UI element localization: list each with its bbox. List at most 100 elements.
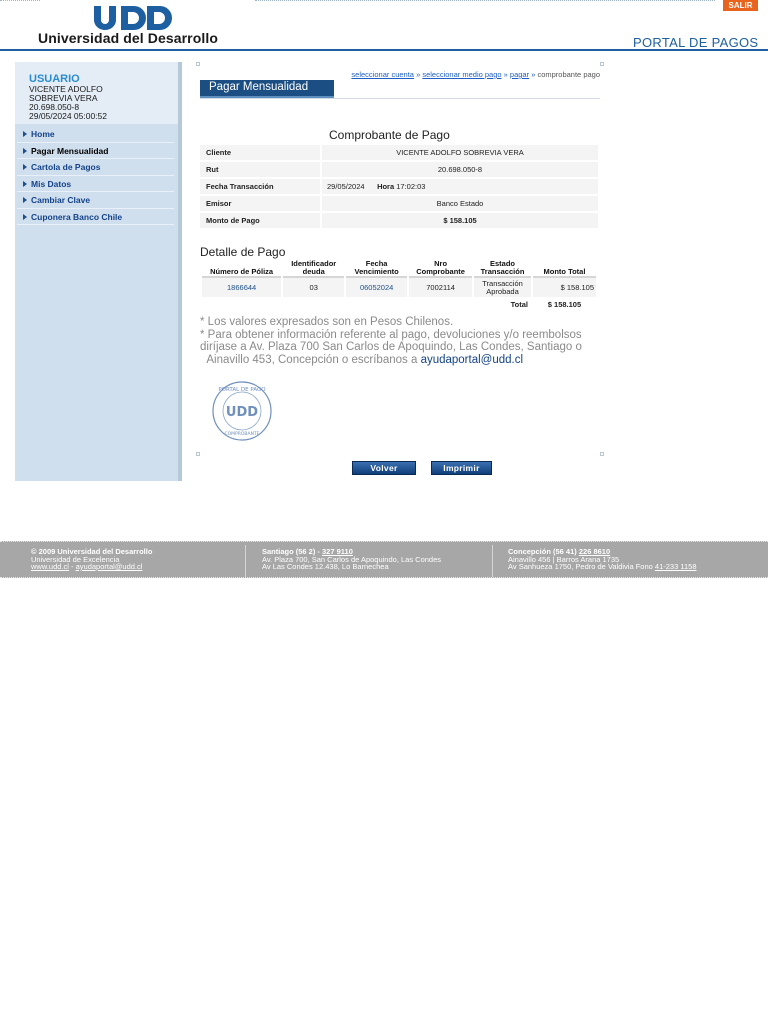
note-address: Ainavillo 453, Concepción o escríbanos a…: [206, 353, 524, 366]
user-datetime: 29/05/2024 05:00:52: [29, 111, 107, 121]
breadcrumb-current: comprobante pago: [537, 70, 600, 79]
detail-table: Número de Póliza Identificador deuda Fec…: [200, 260, 598, 311]
breadcrumb-separator: »: [531, 70, 536, 79]
receipt-label: Cliente: [200, 145, 320, 160]
support-email-link[interactable]: ayudaportal@udd.cl: [421, 354, 523, 366]
breadcrumb-separator: »: [416, 70, 421, 79]
corner-mark: [600, 452, 604, 456]
sidebar-item-label: Pagar Mensualidad: [31, 145, 109, 156]
imprimir-button[interactable]: Imprimir: [431, 461, 492, 475]
footer-col-santiago: Santiago (56 2) - 327 9110 Av. Plaza 700…: [262, 548, 441, 571]
receipt-row-cliente: Cliente VICENTE ADOLFO SOBREVIA VERA: [200, 145, 598, 160]
footer-email-link[interactable]: ayudaportal@udd.cl: [76, 562, 143, 571]
detail-identificador: 03: [283, 278, 345, 297]
receipt-row-emisor: Emisor Banco Estado: [200, 196, 598, 211]
footer-col-udd: © 2009 Universidad del Desarrollo Univer…: [31, 547, 153, 571]
corner-mark: [196, 452, 200, 456]
col-header-identificador: Identificador deuda: [283, 260, 345, 278]
receipt-title: Comprobante de Pago: [329, 128, 450, 142]
udd-logo-icon[interactable]: [92, 6, 174, 30]
sidebar: USUARIO VICENTE ADOLFO SOBREVIA VERA 20.…: [15, 62, 182, 481]
breadcrumb-seleccionar-cuenta[interactable]: seleccionar cuenta: [351, 70, 414, 79]
sidebar-item-label: Cambiar Clave: [31, 195, 91, 205]
stamp-logo-text: UDD: [226, 405, 258, 420]
receipt-value: Banco Estado: [322, 196, 598, 211]
page-title-tab: Pagar Mensualidad: [200, 80, 334, 98]
main-content: seleccionar cuenta » seleccionar medio p…: [196, 62, 604, 462]
col-header-monto: Monto Total: [532, 260, 596, 278]
breadcrumb-seleccionar-medio-pago[interactable]: seleccionar medio pago: [422, 70, 501, 79]
sidebar-item-cambiar-clave[interactable]: Cambiar Clave: [17, 192, 174, 209]
footer-concepcion-address-2: Av Sanhueza 1750, Pedro de Valdivia Fono…: [508, 562, 697, 571]
detail-total-row: Total $ 158.105: [202, 297, 596, 311]
payment-stamp-icon: PORTAL DE PAGO UDD COMPROBANTE: [212, 381, 272, 441]
note-contact: * Para obtener información referente al …: [200, 328, 582, 354]
arrow-right-icon: [23, 197, 27, 203]
header-divider: [0, 49, 768, 51]
receipt-label: Rut: [200, 162, 320, 177]
footer: © 2009 Universidad del Desarrollo Univer…: [0, 541, 768, 578]
receipt-hora-value: 17:02:03: [396, 182, 426, 191]
stamp-top-text: PORTAL DE PAGO: [218, 387, 266, 393]
arrow-right-icon: [23, 164, 27, 170]
sidebar-item-mis-datos[interactable]: Mis Datos: [17, 176, 174, 192]
footer-concepcion-phone-2[interactable]: 41-233 1158: [655, 562, 697, 571]
receipt-value: $ 158.105: [322, 213, 598, 228]
arrow-right-icon: [23, 147, 27, 154]
sidebar-item-cartola-de-pagos[interactable]: Cartola de Pagos: [17, 159, 174, 176]
sidebar-nav: Home Pagar Mensualidad Cartola de Pagos …: [15, 126, 178, 225]
header-dotted-line-left: [0, 0, 40, 2]
receipt-value: VICENTE ADOLFO SOBREVIA VERA: [322, 145, 598, 160]
sidebar-item-label: Cuponera Banco Chile: [31, 211, 123, 222]
receipt-row-rut: Rut 20.698.050-8: [200, 162, 598, 177]
col-header-comprobante: Nro Comprobante: [409, 260, 473, 278]
title-underline: [200, 98, 600, 99]
portal-title: PORTAL DE PAGOS: [633, 35, 759, 50]
receipt-value-fecha: 29/05/2024 Hora 17:02:03: [322, 179, 598, 194]
detail-fecha: 06052024: [346, 278, 408, 297]
footer-col-concepcion: Concepción (56 41) 226 8610 Ainavillo 45…: [508, 548, 697, 571]
receipt-label: Fecha Transacción: [200, 179, 320, 194]
sidebar-item-pagar-mensualidad[interactable]: Pagar Mensualidad: [17, 143, 174, 159]
footer-web-link[interactable]: www.udd.cl: [31, 562, 69, 571]
receipt-fecha-value: 29/05/2024: [327, 182, 365, 191]
sidebar-item-label: Mis Datos: [31, 178, 72, 189]
detail-comprobante: 7002114: [409, 278, 473, 297]
notes: * Los valores expresados son en Pesos Ch…: [200, 316, 600, 366]
detail-total-label: Total: [474, 297, 531, 311]
footer-divider: [492, 545, 493, 577]
receipt-row-fecha: Fecha Transacción 29/05/2024 Hora 17:02:…: [200, 179, 598, 194]
sidebar-item-cuponera-banco-chile[interactable]: Cuponera Banco Chile: [17, 209, 174, 225]
corner-mark: [196, 62, 200, 66]
sidebar-item-label: Cartola de Pagos: [31, 162, 101, 172]
receipt-label: Emisor: [200, 196, 320, 211]
breadcrumb-separator: »: [503, 70, 508, 79]
volver-button[interactable]: Volver: [352, 461, 416, 475]
receipt-hora-label: Hora: [377, 182, 395, 191]
footer-santiago-address-2: Av Las Condes 12.438, Lo Barnechea: [262, 562, 389, 571]
corner-mark: [600, 62, 604, 66]
arrow-right-icon: [23, 213, 27, 220]
receipt-label: Monto de Pago: [200, 213, 320, 228]
detail-total-value: $ 158.105: [532, 297, 596, 311]
detail-header-row: Número de Póliza Identificador deuda Fec…: [202, 260, 596, 278]
logout-button[interactable]: SALIR: [723, 0, 758, 11]
arrow-right-icon: [23, 131, 27, 137]
table-row: 1866644 03 06052024 7002114 Transacción …: [202, 278, 596, 297]
receipt-row-monto: Monto de Pago $ 158.105: [200, 213, 598, 228]
receipt-value: 20.698.050-8: [322, 162, 598, 177]
detail-monto: $ 158.105: [532, 278, 596, 297]
col-header-fecha: Fecha Vencimiento: [346, 260, 408, 278]
arrow-right-icon: [23, 180, 27, 187]
logo-text: Universidad del Desarrollo: [38, 30, 218, 46]
detail-title: Detalle de Pago: [200, 245, 286, 259]
sidebar-item-home[interactable]: Home: [17, 126, 174, 143]
receipt-table: Cliente VICENTE ADOLFO SOBREVIA VERA Rut…: [200, 143, 598, 230]
detail-poliza[interactable]: 1866644: [202, 278, 282, 297]
breadcrumb-pagar[interactable]: pagar: [510, 70, 529, 79]
user-info-box: USUARIO VICENTE ADOLFO SOBREVIA VERA 20.…: [15, 62, 178, 124]
stamp-bottom-text: COMPROBANTE: [224, 431, 259, 437]
col-header-estado: Estado Transacción: [474, 260, 531, 278]
col-header-poliza: Número de Póliza: [202, 260, 282, 278]
sidebar-item-label: Home: [31, 129, 55, 139]
